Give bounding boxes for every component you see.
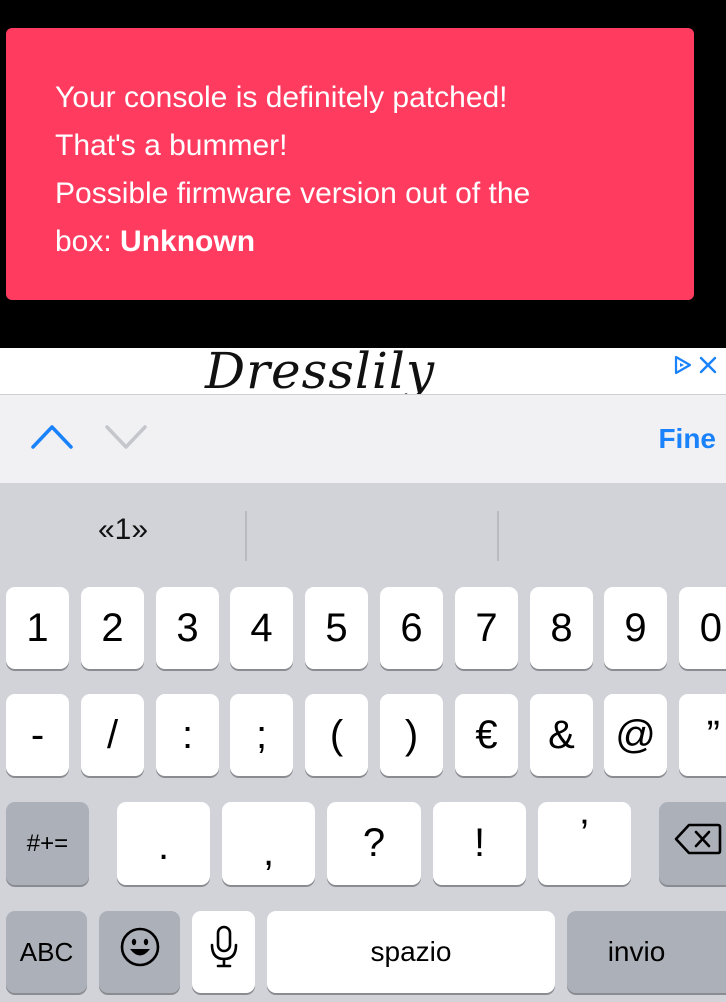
key-close-paren[interactable]: ) [380,694,443,776]
return-key[interactable]: invio [567,911,726,993]
keyboard-accessory-bar: Fine [0,394,726,483]
chevron-down-icon[interactable] [104,421,148,456]
key-at[interactable]: @ [604,694,667,776]
patch-status-alert: Your console is definitely patched! That… [6,28,694,300]
microphone-icon [209,925,239,979]
key-apostrophe[interactable]: ’ [538,802,631,885]
key-comma[interactable]: , [222,802,315,885]
suggestion-bar: «1» [0,483,726,587]
key-hyphen[interactable]: - [6,694,69,776]
alert-line-4: box: Unknown [55,218,694,266]
key-abc[interactable]: ABC [6,911,87,993]
ad-banner[interactable]: Dresslily [0,348,726,394]
suggestion-divider [245,511,247,561]
keyboard: «1» 1 2 3 4 5 6 7 8 9 0 - / : ; ( ) € & … [0,483,726,1002]
key-3[interactable]: 3 [156,587,219,669]
key-euro[interactable]: € [455,694,518,776]
backspace-icon [674,821,722,866]
key-7[interactable]: 7 [455,587,518,669]
firmware-value: Unknown [120,225,256,258]
chevron-up-icon[interactable] [30,421,74,456]
key-period[interactable]: . [117,802,210,885]
key-9[interactable]: 9 [604,587,667,669]
key-colon[interactable]: : [156,694,219,776]
done-button[interactable]: Fine [658,423,716,455]
key-4[interactable]: 4 [230,587,293,669]
key-slash[interactable]: / [81,694,144,776]
key-2[interactable]: 2 [81,587,144,669]
firmware-label: box: [55,225,121,258]
key-0[interactable]: 0 [679,587,726,669]
emoji-icon [119,926,161,978]
key-exclamation[interactable]: ! [433,802,526,885]
space-bar[interactable]: spazio [267,911,555,993]
key-more-symbols[interactable]: #+= [6,802,89,885]
key-quote[interactable]: ” [679,694,726,776]
ad-logo[interactable]: Dresslily [205,348,435,394]
alert-line-3: Possible firmware version out of the [55,177,531,210]
backspace-button[interactable] [659,802,726,885]
key-5[interactable]: 5 [305,587,368,669]
key-1[interactable]: 1 [6,587,69,669]
key-ampersand[interactable]: & [530,694,593,776]
key-semicolon[interactable]: ; [230,694,293,776]
alert-line-2: That's a bummer! [55,129,288,162]
key-question[interactable]: ? [327,802,421,885]
key-open-paren[interactable]: ( [305,694,368,776]
emoji-button[interactable] [99,911,180,993]
suggestion-divider [497,511,499,561]
close-icon[interactable] [698,355,718,380]
alert-line-1: Your console is definitely patched! [55,81,508,114]
key-6[interactable]: 6 [380,587,443,669]
adchoices-icon[interactable] [672,354,694,381]
dictation-button[interactable] [192,911,255,993]
key-8[interactable]: 8 [530,587,593,669]
suggestion-1[interactable]: «1» [3,513,243,547]
